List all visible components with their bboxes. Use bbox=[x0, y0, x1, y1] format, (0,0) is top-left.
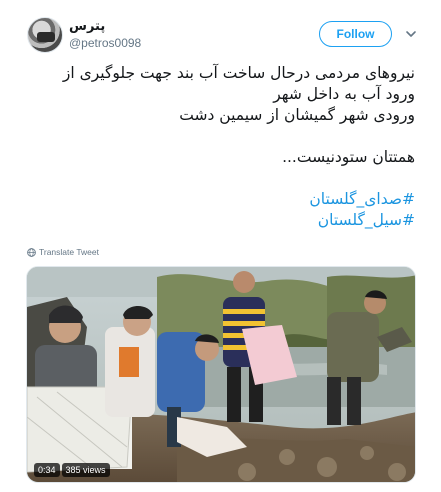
translate-label: Translate Tweet bbox=[39, 247, 100, 257]
tweet-card: پترس @petros0098 Follow نیروهای مردمی در… bbox=[0, 0, 441, 492]
globe-icon bbox=[27, 247, 36, 257]
hashtag-link[interactable]: #صدای_گلستان bbox=[25, 189, 415, 210]
video-view-count: 385 views bbox=[61, 463, 110, 477]
tweet-text-line: ورودی شهر گمیشان از سیمین دشت bbox=[179, 106, 415, 124]
hashtag-link[interactable]: #سیل_گلستان bbox=[25, 210, 415, 231]
video-overlay: 0:34 385 views bbox=[34, 463, 110, 477]
author-display-name[interactable]: پترس bbox=[69, 19, 141, 35]
video-duration: 0:34 bbox=[34, 463, 60, 477]
tweet-text: نیروهای مردمی درحال ساخت آب بند جهت جلوگ… bbox=[25, 63, 415, 231]
tweet-header: پترس @petros0098 Follow bbox=[27, 17, 427, 53]
video-player[interactable]: 0:34 385 views bbox=[26, 266, 416, 483]
video-frame bbox=[27, 267, 415, 482]
tweet-text-line: ورود آب به داخل شهر bbox=[273, 85, 415, 103]
author-handle[interactable]: @petros0098 bbox=[69, 36, 141, 51]
tweet-text-line: نیروهای مردمی درحال ساخت آب بند جهت جلوگ… bbox=[62, 64, 415, 82]
follow-button[interactable]: Follow bbox=[319, 21, 392, 47]
translate-tweet-link[interactable]: Translate Tweet bbox=[27, 247, 99, 257]
avatar[interactable] bbox=[27, 17, 63, 53]
chevron-down-icon[interactable] bbox=[404, 27, 418, 41]
author-info[interactable]: پترس @petros0098 bbox=[69, 19, 141, 51]
tweet-text-line: همتتان ستودنیست... bbox=[282, 148, 415, 166]
